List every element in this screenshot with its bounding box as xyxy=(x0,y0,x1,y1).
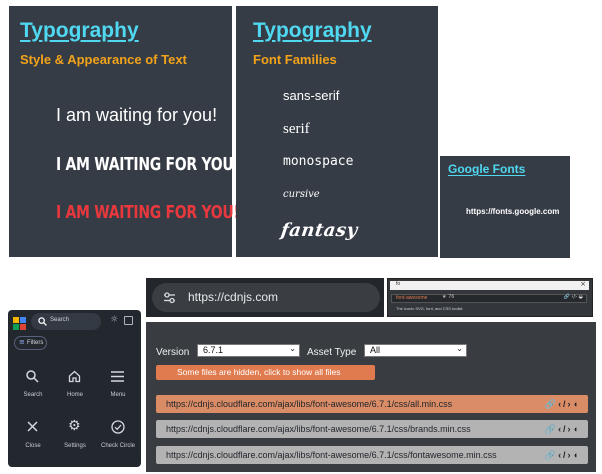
search-placeholder: Search xyxy=(50,317,70,323)
mini-result-title: font-awesome xyxy=(396,295,428,301)
asset-type-label: Asset Type xyxy=(307,347,357,358)
file-row[interactable]: https://cdnjs.cloudflare.com/ajax/libs/f… xyxy=(156,446,588,464)
typography-slide: Typography Style & Appearance of Text I … xyxy=(9,6,240,257)
search-icon xyxy=(26,370,39,383)
chevron-down-icon: ⌄ xyxy=(289,344,296,353)
slide-subtitle: Style & Appearance of Text xyxy=(20,52,187,67)
hidden-files-notice: Some files are hidden, click to show all… xyxy=(177,367,341,377)
slide-subtitle: Font Families xyxy=(253,52,337,67)
copy-url-icon[interactable]: 🔗 xyxy=(545,424,558,434)
mini-search-input[interactable]: fo × xyxy=(390,280,589,290)
mini-result-desc: The iconic SVG, font, and CSS toolkit xyxy=(396,306,463,311)
star-icon: ★ 76 xyxy=(442,294,455,300)
family-monospace: monospace xyxy=(283,154,354,169)
icon-label: Settings xyxy=(64,443,86,449)
browser-address-panel: https://cdnjs.com xyxy=(146,278,384,317)
bag-icon[interactable] xyxy=(124,316,133,325)
check-circle-icon xyxy=(111,420,125,434)
sri-shield-icon[interactable]: ◖ xyxy=(573,424,580,434)
sample-text-bold-caps: I AM WAITING FOR YOU! xyxy=(56,155,240,175)
google-fonts-slide: Google Fonts https://fonts.google.com xyxy=(440,156,570,258)
mini-result-row[interactable]: font-awesome ★ 76 🔗 ‹/› ◒ xyxy=(391,294,587,303)
cdn-search-dropdown: fo × font-awesome ★ 76 🔗 ‹/› ◒ The iconi… xyxy=(387,278,593,317)
icon-tile-settings[interactable]: ⚙ Settings xyxy=(55,418,95,452)
asset-type-value: All xyxy=(370,345,381,355)
cdn-files-panel: Version 6.7.1 ⌄ Asset Type All ⌄ Some fi… xyxy=(146,322,596,472)
icon-tile-check-circle[interactable]: Check Circle xyxy=(98,418,138,452)
family-sans-serif: sans-serif xyxy=(283,88,340,103)
mini-search-value: fo xyxy=(396,281,401,287)
slide-title: Typography xyxy=(253,19,372,42)
gear-icon: ⚙ xyxy=(68,418,81,434)
search-bar[interactable]: Search xyxy=(31,313,101,330)
theme-sun-icon[interactable]: ☼ xyxy=(110,315,118,325)
icon-tile-search[interactable]: Search xyxy=(13,368,53,402)
search-icon xyxy=(38,317,47,326)
family-fantasy: fantasy xyxy=(279,220,360,241)
slide-title: Google Fonts xyxy=(448,162,526,176)
icon-label: Close xyxy=(25,443,41,449)
show-hidden-files-button[interactable]: Some files are hidden, click to show all… xyxy=(156,365,375,380)
close-icon xyxy=(27,421,38,432)
version-select[interactable]: 6.7.1 ⌄ xyxy=(197,344,300,357)
file-row[interactable]: https://cdnjs.cloudflare.com/ajax/libs/f… xyxy=(156,420,588,438)
sample-text-red-caps: I AM WAITING FOR YOU! xyxy=(56,203,240,223)
font-families-slide: Typography Font Families sans-serif seri… xyxy=(236,6,438,257)
app-logo xyxy=(13,315,26,330)
address-text[interactable]: https://cdnjs.com xyxy=(188,290,278,304)
asset-type-select[interactable]: All ⌄ xyxy=(364,344,467,357)
home-icon xyxy=(68,370,81,383)
file-actions[interactable]: 🔗‹/›◖ xyxy=(545,399,580,410)
icon-label: Search xyxy=(23,392,43,398)
site-settings-icon[interactable] xyxy=(163,291,176,304)
file-row[interactable]: https://cdnjs.cloudflare.com/ajax/libs/f… xyxy=(156,395,588,413)
filter-icon: ≡ xyxy=(19,338,25,346)
filters-label: Filters xyxy=(27,340,44,346)
close-icon[interactable]: × xyxy=(580,280,586,288)
file-url[interactable]: https://cdnjs.cloudflare.com/ajax/libs/f… xyxy=(166,399,452,409)
sri-shield-icon[interactable]: ◖ xyxy=(573,450,580,460)
icon-label: Home xyxy=(66,392,83,398)
address-bar[interactable]: https://cdnjs.com xyxy=(152,283,380,312)
mini-action-icons[interactable]: 🔗 ‹/› ◒ xyxy=(564,294,583,300)
family-cursive: cursive xyxy=(283,189,320,200)
file-url[interactable]: https://cdnjs.cloudflare.com/ajax/libs/f… xyxy=(166,450,497,460)
copy-url-icon[interactable]: 🔗 xyxy=(545,450,558,460)
menu-icon xyxy=(111,371,124,382)
icon-tile-menu[interactable]: Menu xyxy=(98,368,138,402)
file-url[interactable]: https://cdnjs.cloudflare.com/ajax/libs/f… xyxy=(166,424,471,434)
copy-tag-icon[interactable]: ‹/› xyxy=(558,399,573,409)
version-value: 6.7.1 xyxy=(203,345,224,355)
copy-tag-icon[interactable]: ‹/› xyxy=(558,450,573,460)
icon-tile-close[interactable]: Close xyxy=(13,418,53,452)
file-actions[interactable]: 🔗‹/›◖ xyxy=(545,424,580,435)
family-serif: serif xyxy=(283,121,310,137)
icon-label: Menu xyxy=(110,392,126,398)
copy-url-icon[interactable]: 🔗 xyxy=(545,399,558,409)
version-label: Version xyxy=(156,347,190,358)
icon-label: Check Circle xyxy=(100,443,135,449)
chevron-down-icon: ⌄ xyxy=(456,344,463,353)
mobile-app-panel: Search ☼ ≡ Filters Search Home Menu Clos… xyxy=(8,310,141,467)
file-actions[interactable]: 🔗‹/›◖ xyxy=(545,450,580,461)
filters-button[interactable]: ≡ Filters xyxy=(14,336,47,350)
sample-text-regular: I am waiting for you! xyxy=(56,105,218,125)
google-fonts-url[interactable]: https://fonts.google.com xyxy=(466,207,559,216)
slide-title: Typography xyxy=(20,19,139,42)
copy-tag-icon[interactable]: ‹/› xyxy=(558,424,573,434)
icon-tile-home[interactable]: Home xyxy=(55,368,95,402)
sri-shield-icon[interactable]: ◖ xyxy=(573,399,580,409)
